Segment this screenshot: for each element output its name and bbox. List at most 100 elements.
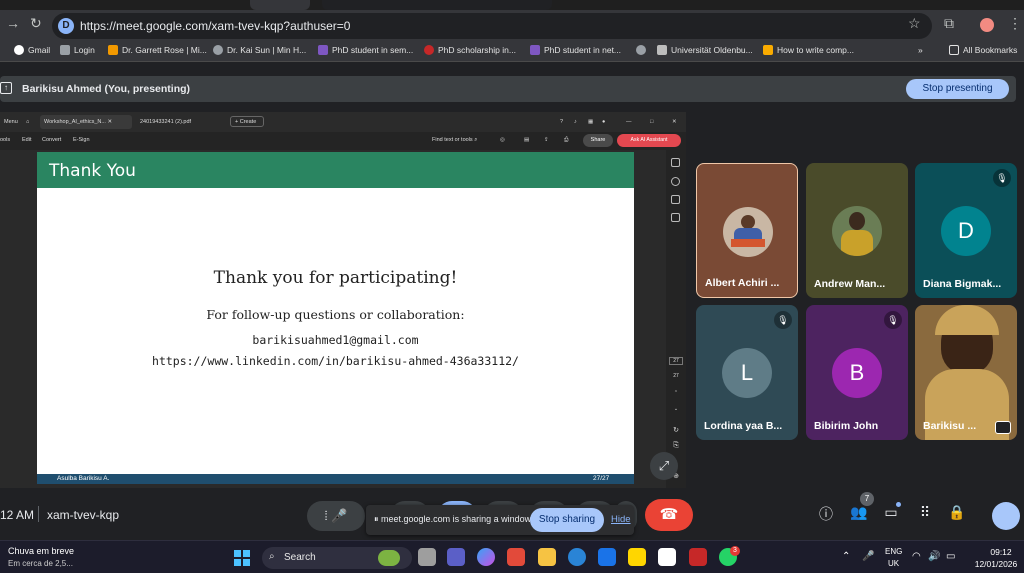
pdf-create-button[interactable]: + Create [230,116,264,127]
pdf-tool-tools[interactable]: ools [0,137,10,143]
tray-keyboard-layout: UK [888,559,900,568]
acrobat-icon[interactable] [689,548,707,566]
all-bookmarks[interactable]: All Bookmarks [949,45,1017,55]
volume-icon[interactable]: 🔊 [928,551,940,562]
bookmarks-bar: Gmail Login Dr. Garrett Rose | Mi... Dr.… [0,42,1024,62]
taskbar-search[interactable]: ⌕ Search [262,547,412,569]
teams-icon[interactable] [447,548,465,566]
bookmark-oldenburg[interactable]: Universität Oldenbu... [657,45,753,55]
pdf-save-icon[interactable]: ⎘ [669,442,683,450]
host-controls-icon[interactable]: 🔒 [946,504,968,521]
browser-menu-icon[interactable]: ⋮ [1008,15,1022,32]
pdf-maximize-icon[interactable]: □ [646,115,657,129]
bookmark-phd-scholarship[interactable]: PhD scholarship in... [424,45,516,55]
expand-presentation-icon[interactable]: ⤢ [650,452,678,480]
pdf-rail-pages-icon[interactable] [671,213,680,222]
meeting-info-icon[interactable]: ⓘ [815,504,837,524]
bookmark-phd-sem[interactable]: PhD student in sem... [318,45,413,55]
bookmark-login[interactable]: Login [60,45,95,55]
pdf-next-page-icon[interactable]: ⌄ [669,406,683,412]
extensions-icon[interactable]: ⧉ [944,15,954,32]
pdf-prev-page-icon[interactable]: ⌃ [669,390,683,396]
mic-button[interactable]: ⦙ 🎤 [307,501,365,531]
hide-notice-link[interactable]: Hide [611,514,631,525]
pdf-rail-comment-icon[interactable] [671,158,680,167]
pdf-page-number[interactable]: 27 [669,357,683,365]
leave-call-button[interactable]: ☎ [645,499,693,531]
pdf-menu[interactable]: Menu [0,115,22,129]
bookmark-how-to-write[interactable]: How to write comp... [763,45,854,55]
tray-mic-icon[interactable]: 🎤 [862,551,874,562]
gemini-button[interactable] [992,502,1020,530]
taskbar-search-label: Search [284,552,316,563]
pdf-rail-bookmark-icon[interactable] [671,195,680,204]
pdf-rotate-icon[interactable]: ↻ [669,426,683,434]
bookmark-phd-net[interactable]: PhD student in net... [530,45,621,55]
participant-tile[interactable]: 🎙 D Diana Bigmak... [915,163,1017,298]
file-explorer-icon[interactable] [538,548,556,566]
pdf-rail-search-icon[interactable] [671,177,680,186]
pdf-upload-icon[interactable]: ⇪ [544,137,549,143]
pdf-help-icon[interactable]: ? [556,115,567,129]
stop-sharing-button[interactable]: Stop sharing [530,508,604,532]
url-text[interactable]: https://meet.google.com/xam-tvev-kqp?aut… [80,19,350,33]
bookmark-kai-sun[interactable]: Dr. Kai Sun | Min H... [213,45,306,55]
participant-tile[interactable]: 🎙 L Lordina yaa B... [696,305,798,440]
wifi-icon[interactable]: ◠ [912,551,921,562]
activities-icon[interactable]: ⠿ [914,504,936,521]
weather-title[interactable]: Chuva em breve [8,546,74,556]
tray-chevron-icon[interactable]: ⌃ [842,551,850,562]
edge-icon[interactable] [568,548,586,566]
battery-icon[interactable]: ▭ [946,551,955,562]
pdf-close-icon[interactable]: ✕ [668,115,681,129]
bookmark-garrett-rose[interactable]: Dr. Garrett Rose | Mi... [108,45,207,55]
people-icon[interactable]: 👥 [848,504,870,521]
bookmarks-overflow[interactable]: » [918,45,923,55]
slide-main-text: Thank you for participating! [213,268,458,288]
pdf-tab-other[interactable]: 24019433241 (2).pdf [136,115,195,129]
participant-tile[interactable]: 🎙 B Bibirim John [806,305,908,440]
reload-icon[interactable]: ↻ [30,15,42,32]
pdf-tool-esign[interactable]: E-Sign [73,137,90,143]
bookmark-globe[interactable] [636,45,646,55]
participant-tile[interactable]: Andrew Man... [806,163,908,298]
sticky-notes-icon[interactable] [628,548,646,566]
mail-icon[interactable] [598,548,616,566]
pdf-tab-active[interactable]: Workshop_AI_ethics_N... ✕ [40,115,132,129]
tray-clock-time[interactable]: 09:12 [978,547,1024,557]
pdf-home-icon[interactable]: ⌂ [22,115,33,129]
address-bar[interactable]: D https://meet.google.com/xam-tvev-kqp?a… [52,13,932,39]
pdf-audio-icon[interactable]: ◎ [500,137,505,143]
pdf-ask-ai-button[interactable]: Ask AI Assistant [617,134,681,147]
bookmark-star-icon[interactable]: ☆ [908,15,921,32]
pdf-tool-edit[interactable]: Edit [22,137,31,143]
stop-presenting-button[interactable]: Stop presenting [906,79,1009,99]
pdf-share-button[interactable]: Share [583,134,613,147]
browser-tab[interactable] [250,0,310,10]
start-button[interactable] [234,550,250,566]
participant-name: Barikisu ... [923,420,977,432]
profile-avatar[interactable] [980,18,994,32]
store-icon[interactable] [507,548,525,566]
document-icon[interactable] [658,548,676,566]
pdf-minimize-icon[interactable]: — [622,115,636,129]
pdf-find[interactable]: Find text or tools ⌕ [432,137,477,144]
browser-tab-active[interactable] [322,0,552,10]
task-view-icon[interactable] [418,548,436,566]
participant-tile[interactable]: Albert Achiri ... [696,163,798,298]
copilot-icon[interactable] [477,548,495,566]
pdf-right-rail: 27 27 ⌃ ⌄ ↻ ⎘ ⊕ [666,150,686,488]
pdf-tool-convert[interactable]: Convert [42,137,61,143]
pdf-apps-icon[interactable]: ▦ [584,115,597,129]
pdf-layout-icon[interactable]: ▤ [524,137,529,143]
slide-header: Thank You [37,152,634,188]
pdf-print-icon[interactable]: ⎙ [564,137,568,144]
pdf-bell-icon[interactable]: ♪ [570,115,581,129]
site-info-icon[interactable]: D [58,18,74,34]
pip-icon[interactable] [995,421,1011,434]
participant-tile-self[interactable]: Barikisu ... [915,305,1017,440]
pdf-ai-icon[interactable]: ● [598,115,609,129]
forward-icon[interactable]: → [6,15,20,31]
tray-language[interactable]: ENG [885,547,902,556]
bookmark-gmail[interactable]: Gmail [14,45,50,55]
